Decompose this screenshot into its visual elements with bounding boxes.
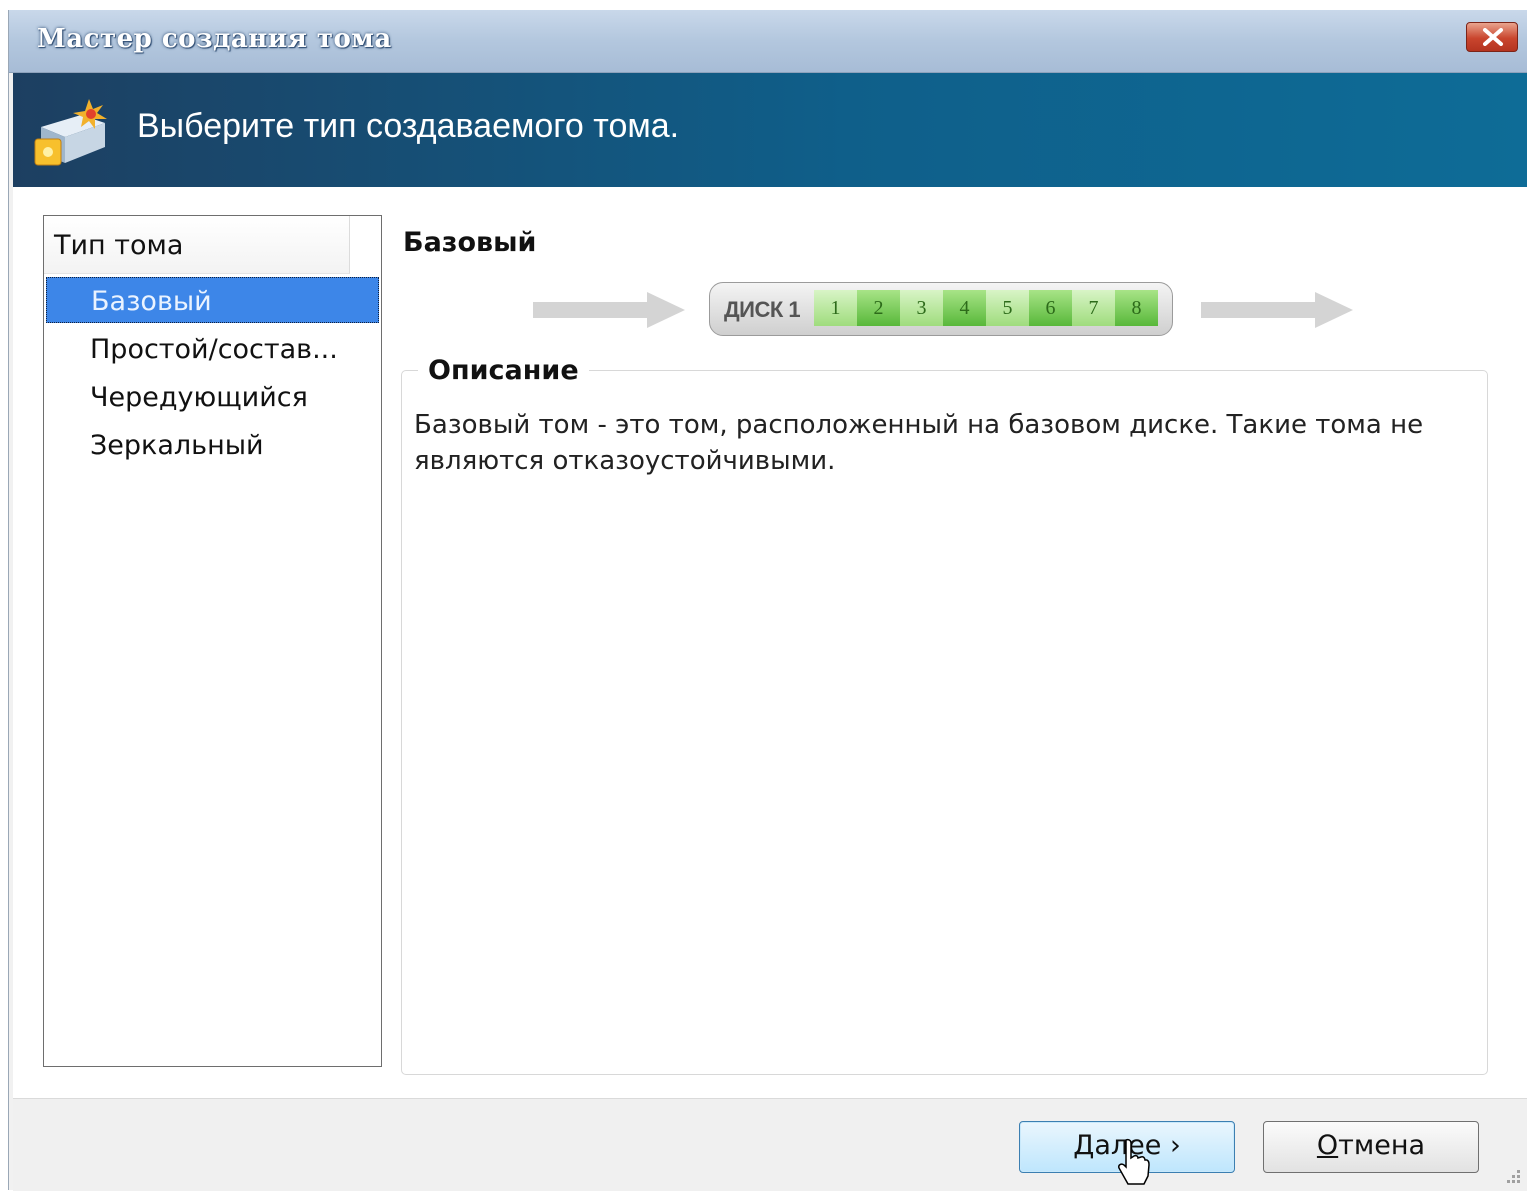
volume-diagram: ДИСК 1 1 2 3 4 5 6 7 8: [533, 282, 1353, 342]
next-access-key: Д: [1073, 1130, 1095, 1161]
arrow-right-icon: [1201, 292, 1353, 328]
disk-segment: 6: [1029, 290, 1072, 326]
title-bar[interactable]: Мастер создания тома: [9, 10, 1527, 73]
disk-segment: 1: [814, 290, 857, 326]
list-item-striped[interactable]: Чередующийся: [46, 374, 379, 420]
wizard-step-title: Выберите тип создаваемого тома.: [137, 107, 680, 145]
arrow-right-icon: [533, 292, 685, 328]
list-header-label: Тип тома: [54, 230, 184, 261]
list-item-mirrored[interactable]: Зеркальный: [46, 422, 379, 468]
resize-grip-icon[interactable]: [1503, 1166, 1521, 1184]
volume-type-list[interactable]: Тип тома Базовый Простой/состав... Черед…: [43, 215, 382, 1067]
disk-label: ДИСК 1: [724, 297, 801, 322]
disk-segment: 5: [986, 290, 1029, 326]
wizard-header: Выберите тип создаваемого тома.: [13, 73, 1527, 187]
list-item-simple-spanned[interactable]: Простой/состав...: [46, 326, 379, 372]
disk-segment: 2: [857, 290, 900, 326]
list-item-basic[interactable]: Базовый: [46, 277, 379, 323]
close-button[interactable]: [1466, 22, 1518, 52]
disk-segment: 4: [943, 290, 986, 326]
cancel-button-label: тмена: [1338, 1130, 1426, 1161]
disk-bar: ДИСК 1 1 2 3 4 5 6 7 8: [709, 282, 1173, 336]
cancel-button[interactable]: Отмена: [1263, 1121, 1479, 1173]
wizard-footer: Далее › Отмена: [13, 1098, 1527, 1191]
window-title: Мастер создания тома: [37, 24, 392, 54]
list-column-header[interactable]: Тип тома: [44, 216, 350, 274]
disk-segment: 3: [900, 290, 943, 326]
selected-type-title: Базовый: [403, 227, 537, 258]
cancel-access-key: О: [1316, 1130, 1339, 1161]
wizard-content: Тип тома Базовый Простой/состав... Черед…: [13, 187, 1527, 1098]
description-caption: Описание: [418, 355, 589, 386]
volume-wizard-icon: [33, 97, 113, 173]
hand-cursor-icon: [1118, 1138, 1150, 1185]
disk-segment: 7: [1072, 290, 1115, 326]
disk-segment: 8: [1115, 290, 1158, 326]
description-text: Базовый том - это том, расположенный на …: [414, 410, 1424, 476]
wizard-window: Мастер создания тома Выберите тип создав…: [8, 10, 1527, 1191]
close-icon: [1483, 28, 1503, 46]
description-group: Описание Базовый том - это том, располож…: [401, 355, 1488, 1075]
